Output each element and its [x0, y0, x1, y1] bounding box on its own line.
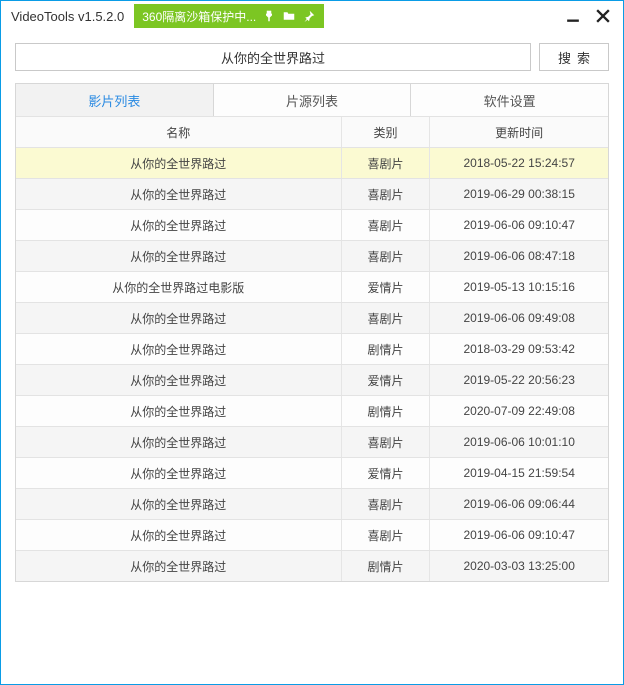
- cell-updated: 2018-03-29 09:53:42: [430, 334, 608, 364]
- cell-category: 剧情片: [342, 396, 431, 426]
- cell-updated: 2019-06-29 00:38:15: [430, 179, 608, 209]
- cell-category: 喜剧片: [342, 427, 431, 457]
- cell-name: 从你的全世界路过: [16, 148, 342, 178]
- tabs: 影片列表片源列表软件设置: [15, 83, 609, 116]
- cell-category: 喜剧片: [342, 303, 431, 333]
- window-controls: [565, 8, 615, 24]
- cell-category: 剧情片: [342, 551, 431, 581]
- cell-updated: 2019-06-06 08:47:18: [430, 241, 608, 271]
- cell-category: 喜剧片: [342, 148, 431, 178]
- table-row[interactable]: 从你的全世界路过喜剧片2019-06-06 10:01:10: [16, 426, 608, 457]
- cell-category: 剧情片: [342, 334, 431, 364]
- table-header-row: 名称 类别 更新时间: [16, 116, 608, 147]
- sandbox-badge: 360隔离沙箱保护中...: [134, 4, 324, 28]
- table-row[interactable]: 从你的全世界路过电影版爱情片2019-05-13 10:15:16: [16, 271, 608, 302]
- cell-category: 喜剧片: [342, 520, 431, 550]
- cell-updated: 2019-06-06 09:49:08: [430, 303, 608, 333]
- cell-name: 从你的全世界路过: [16, 210, 342, 240]
- results-table: 名称 类别 更新时间 从你的全世界路过喜剧片2018-05-22 15:24:5…: [15, 116, 609, 582]
- pin-icon[interactable]: [302, 9, 316, 23]
- minimize-button[interactable]: [565, 8, 581, 24]
- cell-updated: 2018-05-22 15:24:57: [430, 148, 608, 178]
- plug-icon[interactable]: [262, 9, 276, 23]
- table-row[interactable]: 从你的全世界路过喜剧片2019-06-06 09:10:47: [16, 209, 608, 240]
- cell-updated: 2019-06-06 10:01:10: [430, 427, 608, 457]
- cell-category: 爱情片: [342, 365, 431, 395]
- cell-updated: 2020-07-09 22:49:08: [430, 396, 608, 426]
- search-input[interactable]: [15, 43, 531, 71]
- cell-name: 从你的全世界路过电影版: [16, 272, 342, 302]
- app-title: VideoTools v1.5.2.0: [11, 9, 134, 24]
- cell-name: 从你的全世界路过: [16, 179, 342, 209]
- cell-name: 从你的全世界路过: [16, 458, 342, 488]
- table-row[interactable]: 从你的全世界路过剧情片2020-07-09 22:49:08: [16, 395, 608, 426]
- cell-updated: 2019-04-15 21:59:54: [430, 458, 608, 488]
- cell-name: 从你的全世界路过: [16, 241, 342, 271]
- cell-category: 喜剧片: [342, 489, 431, 519]
- tab-1[interactable]: 片源列表: [214, 84, 412, 116]
- sandbox-label: 360隔离沙箱保护中...: [142, 8, 256, 25]
- cell-category: 爱情片: [342, 272, 431, 302]
- cell-updated: 2019-05-22 20:56:23: [430, 365, 608, 395]
- col-category[interactable]: 类别: [342, 117, 431, 147]
- col-name[interactable]: 名称: [16, 117, 342, 147]
- titlebar: VideoTools v1.5.2.0 360隔离沙箱保护中...: [1, 1, 623, 31]
- close-button[interactable]: [595, 8, 611, 24]
- col-updated[interactable]: 更新时间: [430, 117, 608, 147]
- cell-name: 从你的全世界路过: [16, 365, 342, 395]
- cell-name: 从你的全世界路过: [16, 396, 342, 426]
- table-row[interactable]: 从你的全世界路过喜剧片2019-06-29 00:38:15: [16, 178, 608, 209]
- tab-2[interactable]: 软件设置: [411, 84, 608, 116]
- table-row[interactable]: 从你的全世界路过爱情片2019-05-22 20:56:23: [16, 364, 608, 395]
- cell-name: 从你的全世界路过: [16, 303, 342, 333]
- table-row[interactable]: 从你的全世界路过喜剧片2019-06-06 09:10:47: [16, 519, 608, 550]
- cell-updated: 2020-03-03 13:25:00: [430, 551, 608, 581]
- search-button[interactable]: 搜索: [539, 43, 609, 71]
- tab-0[interactable]: 影片列表: [16, 84, 214, 116]
- table-row[interactable]: 从你的全世界路过喜剧片2019-06-06 08:47:18: [16, 240, 608, 271]
- cell-name: 从你的全世界路过: [16, 551, 342, 581]
- cell-updated: 2019-05-13 10:15:16: [430, 272, 608, 302]
- cell-updated: 2019-06-06 09:06:44: [430, 489, 608, 519]
- cell-updated: 2019-06-06 09:10:47: [430, 210, 608, 240]
- cell-category: 喜剧片: [342, 210, 431, 240]
- folder-icon[interactable]: [282, 9, 296, 23]
- cell-category: 喜剧片: [342, 179, 431, 209]
- table-row[interactable]: 从你的全世界路过喜剧片2019-06-06 09:06:44: [16, 488, 608, 519]
- cell-name: 从你的全世界路过: [16, 334, 342, 364]
- table-row[interactable]: 从你的全世界路过爱情片2019-04-15 21:59:54: [16, 457, 608, 488]
- cell-name: 从你的全世界路过: [16, 427, 342, 457]
- table-row[interactable]: 从你的全世界路过喜剧片2018-05-22 15:24:57: [16, 147, 608, 178]
- table-row[interactable]: 从你的全世界路过剧情片2020-03-03 13:25:00: [16, 550, 608, 581]
- cell-category: 喜剧片: [342, 241, 431, 271]
- table-row[interactable]: 从你的全世界路过剧情片2018-03-29 09:53:42: [16, 333, 608, 364]
- cell-category: 爱情片: [342, 458, 431, 488]
- cell-name: 从你的全世界路过: [16, 489, 342, 519]
- cell-updated: 2019-06-06 09:10:47: [430, 520, 608, 550]
- cell-name: 从你的全世界路过: [16, 520, 342, 550]
- table-row[interactable]: 从你的全世界路过喜剧片2019-06-06 09:49:08: [16, 302, 608, 333]
